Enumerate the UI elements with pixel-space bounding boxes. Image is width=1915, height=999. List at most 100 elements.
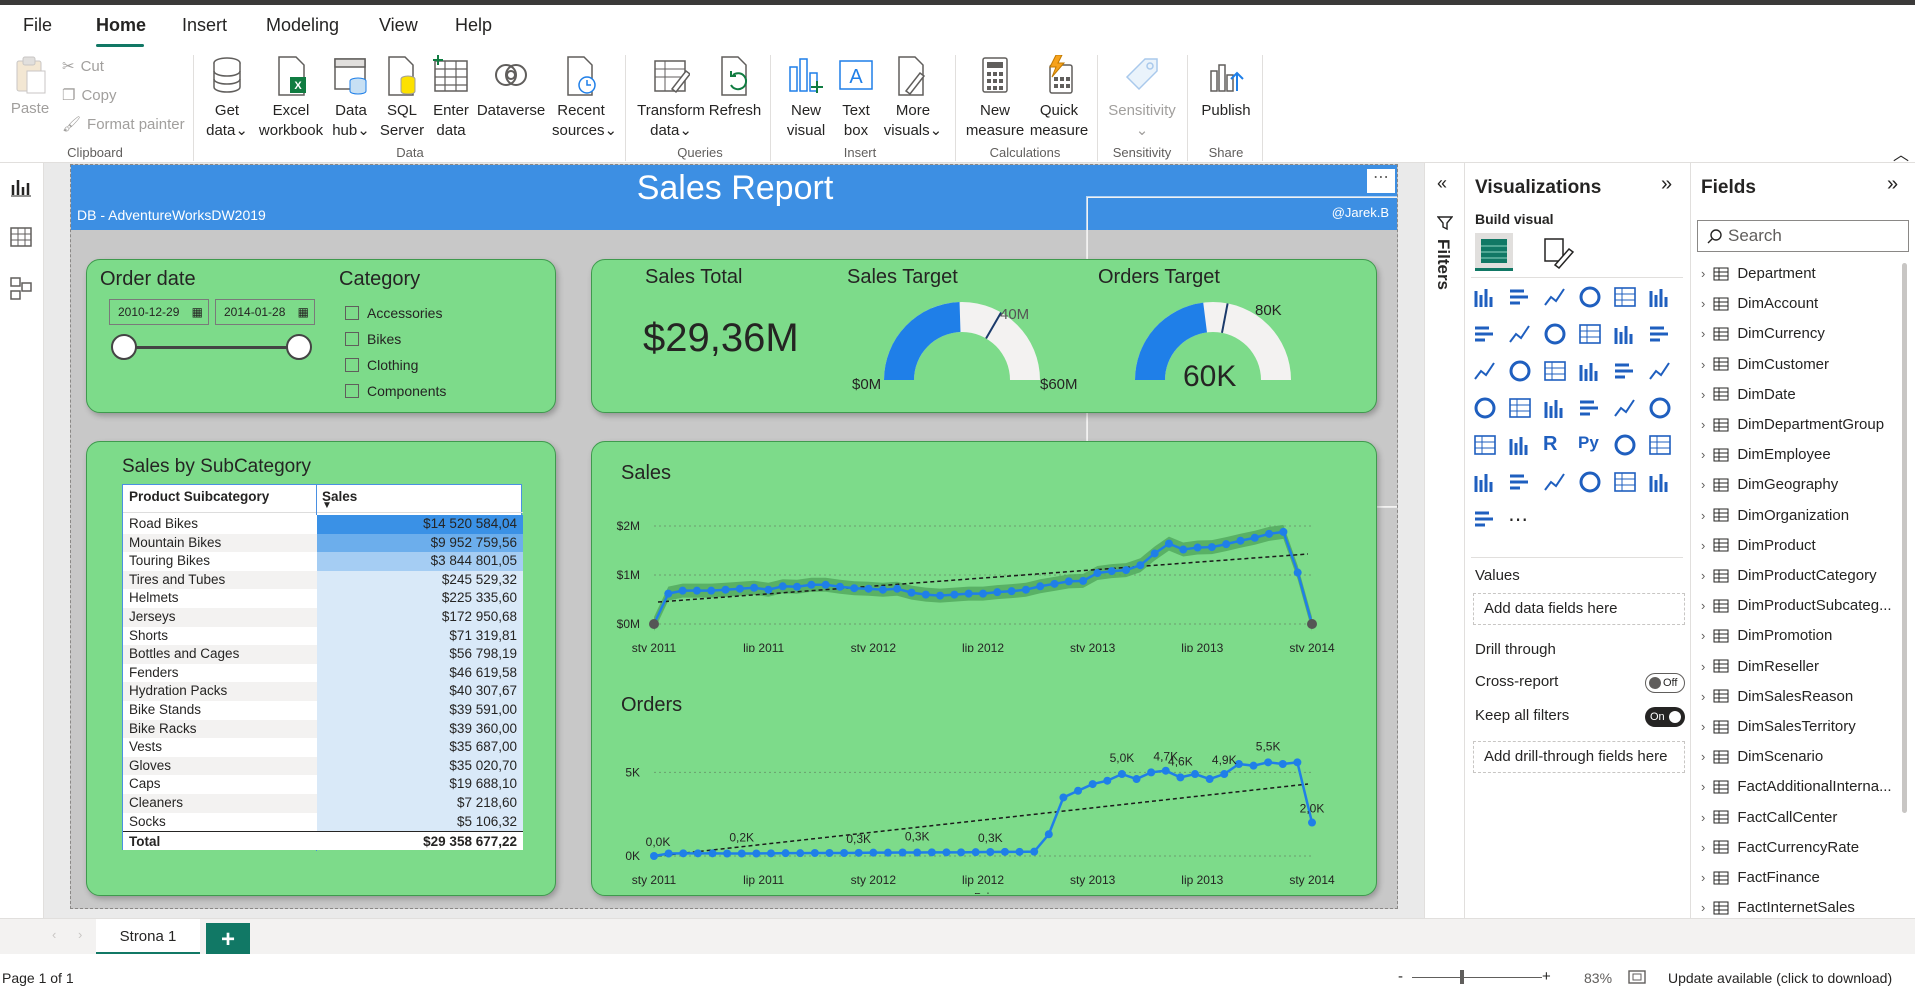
- field-table-item[interactable]: › FactInternetSales: [1701, 899, 1855, 916]
- build-visual-tab[interactable]: [1475, 233, 1513, 271]
- transform-data-button[interactable]: Transform data⌄: [636, 55, 706, 141]
- field-table-item[interactable]: › FactAdditionalInterna...: [1701, 778, 1892, 795]
- collapse-chevron-icon[interactable]: «: [1437, 173, 1447, 194]
- decomposition-tree-icon[interactable]: [1648, 433, 1674, 459]
- area-icon[interactable]: [1508, 322, 1534, 348]
- more-icon[interactable]: ⋯: [1508, 507, 1534, 533]
- field-table-item[interactable]: › FactCallCenter: [1701, 809, 1837, 826]
- zoom-slider-thumb[interactable]: [1460, 970, 1464, 984]
- text-box-button[interactable]: A Text box: [834, 55, 878, 141]
- scroll-right-icon[interactable]: ›: [78, 927, 82, 942]
- field-table-item[interactable]: › DimSalesReason: [1701, 688, 1853, 705]
- field-table-item[interactable]: › Department: [1701, 265, 1816, 282]
- menu-file[interactable]: File: [23, 15, 52, 36]
- fields-search-input[interactable]: Search: [1697, 220, 1909, 252]
- checkbox[interactable]: [345, 384, 359, 398]
- field-table-item[interactable]: › DimOrganization: [1701, 507, 1849, 524]
- table-row[interactable]: Helmets $225 335,60: [123, 589, 523, 608]
- dataverse-button[interactable]: Dataverse: [476, 55, 546, 121]
- more-options-icon[interactable]: ⋯: [1367, 169, 1395, 193]
- recent-sources-button[interactable]: Recent sources⌄: [552, 55, 617, 141]
- date-from-input[interactable]: 2010-12-29 ▦: [109, 299, 209, 325]
- paste-button[interactable]: Paste: [8, 55, 52, 119]
- 100-bar-icon[interactable]: [1613, 285, 1639, 311]
- field-table-item[interactable]: › DimPromotion: [1701, 627, 1832, 644]
- field-table-item[interactable]: › DimSalesTerritory: [1701, 718, 1856, 735]
- pie-icon[interactable]: [1543, 359, 1569, 385]
- stacked-bar-icon[interactable]: [1473, 285, 1499, 311]
- menu-view[interactable]: View: [379, 15, 418, 36]
- data-hub-button[interactable]: Data hub⌄: [326, 55, 376, 141]
- checkbox[interactable]: [345, 332, 359, 346]
- sensitivity-button[interactable]: Sensitivity ⌄: [1102, 55, 1182, 141]
- date-slider-handle-end[interactable]: [286, 334, 312, 360]
- enter-data-button[interactable]: Enter data: [428, 55, 474, 141]
- excel-workbook-button[interactable]: X Excel workbook: [256, 55, 326, 141]
- waterfall-icon[interactable]: [1648, 322, 1674, 348]
- category-item[interactable]: Accessories: [345, 300, 446, 326]
- quick-measure-button[interactable]: Quick measure: [1027, 55, 1091, 141]
- 100-column-icon[interactable]: [1648, 285, 1674, 311]
- copy-button[interactable]: ❐ Copy: [62, 86, 116, 105]
- qa-icon[interactable]: [1473, 470, 1499, 496]
- table-row[interactable]: Bike Racks $39 360,00: [123, 719, 523, 739]
- report-view-icon[interactable]: [10, 177, 32, 197]
- field-table-item[interactable]: › FactFinance: [1701, 869, 1820, 886]
- menu-insert[interactable]: Insert: [182, 15, 227, 36]
- category-item[interactable]: Components: [345, 378, 446, 404]
- format-painter-button[interactable]: 🖌 Format painter: [62, 115, 185, 134]
- table-row[interactable]: Bottles and Cages $56 798,19: [123, 645, 523, 664]
- line-column-icon[interactable]: [1578, 322, 1604, 348]
- publish-button[interactable]: Publish: [1196, 55, 1256, 121]
- add-data-fields-dropzone[interactable]: Add data fields here: [1473, 593, 1685, 625]
- table-icon[interactable]: [1473, 433, 1499, 459]
- line-icon[interactable]: [1473, 322, 1499, 348]
- new-measure-button[interactable]: New measure: [963, 55, 1027, 141]
- sql-server-button[interactable]: SQL Server: [378, 55, 426, 141]
- kpi-icon[interactable]: [1613, 396, 1639, 422]
- collapse-ribbon-icon[interactable]: ︿: [1893, 141, 1909, 165]
- table-row[interactable]: Tires and Tubes $245 529,32: [123, 570, 523, 590]
- map-icon[interactable]: [1648, 359, 1674, 385]
- category-item[interactable]: Bikes: [345, 326, 446, 352]
- field-table-item[interactable]: › DimEmployee: [1701, 446, 1831, 463]
- update-available-link[interactable]: Update available (click to download): [1668, 970, 1892, 986]
- checkbox[interactable]: [345, 358, 359, 372]
- field-table-item[interactable]: › DimGeography: [1701, 476, 1838, 493]
- menu-modeling[interactable]: Modeling: [266, 15, 339, 36]
- field-table-item[interactable]: › DimScenario: [1701, 748, 1823, 765]
- table-row[interactable]: Jerseys $172 950,68: [123, 607, 523, 627]
- clustered-column-icon[interactable]: [1578, 285, 1604, 311]
- field-table-item[interactable]: › DimDepartmentGroup: [1701, 416, 1884, 433]
- table-row[interactable]: Road Bikes $14 520 584,04: [123, 515, 523, 534]
- field-table-item[interactable]: › DimCurrency: [1701, 325, 1825, 342]
- table-row[interactable]: Vests $35 687,00: [123, 738, 523, 757]
- cut-button[interactable]: ✂ Cut: [62, 57, 104, 76]
- refresh-button[interactable]: Refresh: [707, 55, 763, 121]
- fields-scrollbar[interactable]: [1902, 263, 1907, 813]
- table-row[interactable]: Shorts $71 319,81: [123, 626, 523, 646]
- more-visuals-button[interactable]: More visuals⌄: [882, 55, 944, 141]
- slicer-icon[interactable]: [1648, 396, 1674, 422]
- scroll-left-icon[interactable]: ‹: [52, 927, 56, 942]
- goals-icon[interactable]: [1578, 470, 1604, 496]
- keep-filters-toggle[interactable]: On: [1645, 707, 1685, 727]
- zoom-in-button[interactable]: +: [1542, 968, 1551, 985]
- new-visual-button[interactable]: New visual: [780, 55, 832, 141]
- date-slider-handle-start[interactable]: [111, 334, 137, 360]
- field-table-item[interactable]: › DimCustomer: [1701, 356, 1829, 373]
- zoom-out-button[interactable]: -: [1398, 968, 1403, 985]
- model-view-icon[interactable]: [10, 277, 32, 301]
- date-to-input[interactable]: 2014-01-28 ▦: [215, 299, 315, 325]
- matrix-icon[interactable]: [1508, 433, 1534, 459]
- fit-to-page-icon[interactable]: [1628, 970, 1646, 984]
- zoom-slider-track[interactable]: [1412, 977, 1542, 978]
- treemap-icon[interactable]: [1613, 359, 1639, 385]
- table-row[interactable]: Cleaners $7 218,60: [123, 793, 523, 813]
- arcgis-icon[interactable]: [1473, 507, 1499, 533]
- paginated-icon[interactable]: [1543, 470, 1569, 496]
- col-subcategory-header[interactable]: Product Suibcategory: [129, 489, 269, 504]
- orders-line-chart[interactable]: 0K 5K sty 2011 lip 2011 sty 2012 lip 2012 sty …: [592, 714, 1378, 894]
- power-automate-icon[interactable]: [1648, 470, 1674, 496]
- menu-help[interactable]: Help: [455, 15, 492, 36]
